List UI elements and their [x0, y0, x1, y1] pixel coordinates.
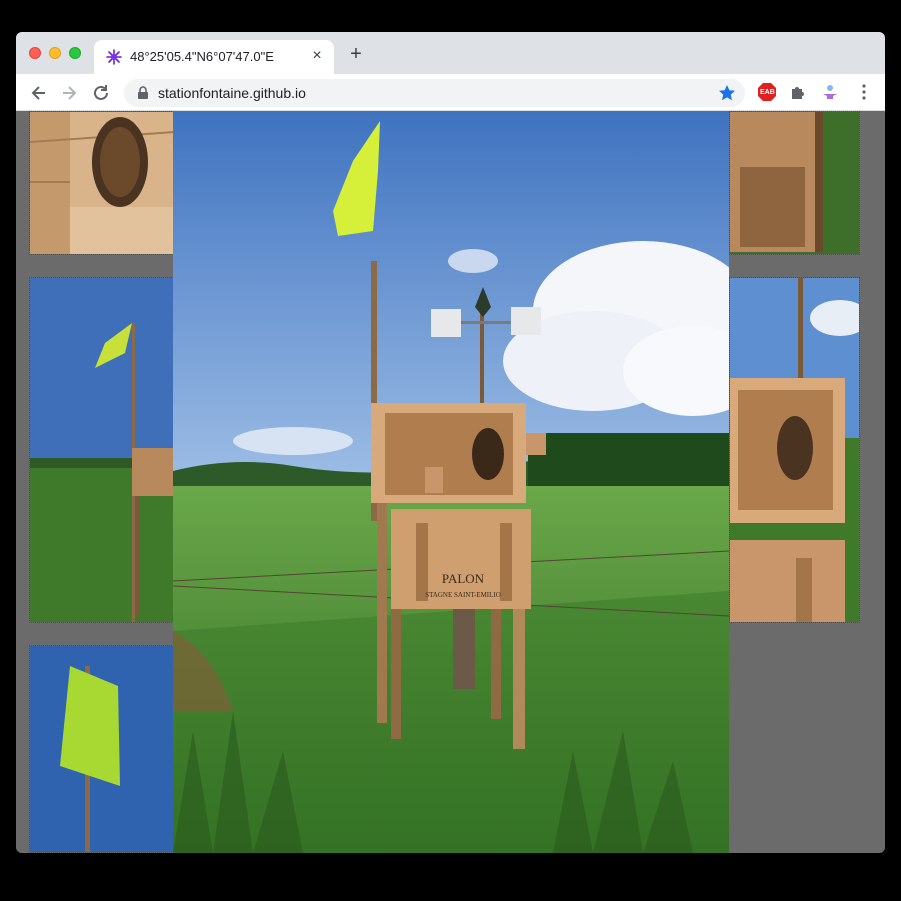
gallery-area: PALON STAGNE SAINT-EMILIO [16, 111, 885, 853]
forward-arrow-icon[interactable] [58, 82, 80, 104]
sign-text: PALON [442, 571, 485, 586]
tab-bar: 48°25'05.4"N6°07'47.0"E × + [16, 32, 885, 74]
minimize-window-button[interactable] [49, 47, 61, 59]
new-tab-button[interactable]: + [346, 44, 366, 64]
profile-extension-icon[interactable] [820, 82, 840, 102]
gallery-thumbnail-flag-closeup[interactable] [29, 645, 174, 853]
lock-icon[interactable] [136, 86, 150, 100]
browser-toolbar: stationfontaine.github.io EAB [16, 74, 885, 111]
tab-title: 48°25'05.4"N6°07'47.0"E [130, 49, 274, 64]
sign-subtext: STAGNE SAINT-EMILIO [425, 591, 501, 599]
gallery-thumbnail-box-top[interactable] [729, 111, 860, 255]
zoom-window-button[interactable] [69, 47, 81, 59]
gallery-thumbnail-box-side[interactable] [729, 277, 860, 623]
kebab-menu-icon[interactable] [854, 82, 874, 102]
back-arrow-icon[interactable] [28, 82, 50, 104]
active-tab[interactable]: 48°25'05.4"N6°07'47.0"E × [94, 40, 334, 74]
browser-window: 48°25'05.4"N6°07'47.0"E × + stationfonta… [16, 32, 885, 853]
address-bar[interactable]: stationfontaine.github.io [124, 79, 745, 107]
main-photo-weather-station[interactable]: PALON STAGNE SAINT-EMILIO [173, 111, 729, 853]
gallery-thumbnail-pinecone[interactable] [29, 111, 174, 255]
close-tab-icon[interactable]: × [308, 47, 326, 65]
eab-extension-label: EAB [760, 89, 775, 96]
star-icon[interactable] [717, 83, 737, 103]
close-window-button[interactable] [29, 47, 41, 59]
gallery-thumbnail-flag-station[interactable] [29, 277, 174, 623]
sparkle-favicon-icon [106, 49, 122, 65]
puzzle-extension-icon[interactable] [788, 82, 808, 102]
reload-icon[interactable] [90, 82, 112, 104]
url-text[interactable]: stationfontaine.github.io [158, 85, 306, 101]
